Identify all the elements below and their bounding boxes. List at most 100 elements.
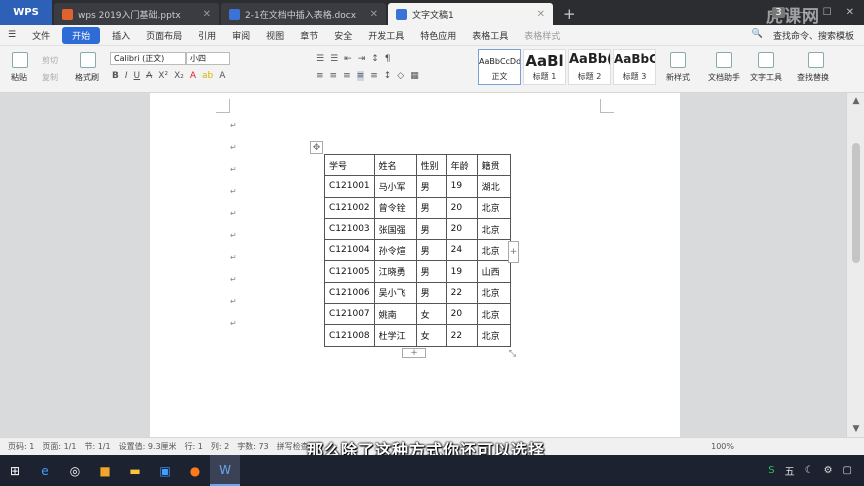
table-row[interactable]: C121005 江晓勇男 19 山西 xyxy=(324,260,511,283)
underline-icon[interactable]: U xyxy=(134,71,141,81)
add-column-button[interactable]: + xyxy=(508,241,519,263)
badge[interactable]: 3 xyxy=(772,7,785,18)
menu-chapter[interactable]: 章节 xyxy=(292,29,326,42)
table-cell[interactable]: C121007 xyxy=(324,303,375,326)
table-cell[interactable]: 吴小飞 xyxy=(373,281,417,305)
table-header-row[interactable]: 学号 姓名 性别 年龄 籍贯 xyxy=(324,153,511,177)
table-cell[interactable]: 北京 xyxy=(476,196,511,219)
menu-insert[interactable]: 插入 xyxy=(104,29,138,42)
menu-home[interactable]: 开始 xyxy=(62,26,101,44)
font-name-select[interactable]: Calibri (正文) xyxy=(110,52,186,65)
table-cell[interactable]: 年龄 xyxy=(445,153,478,177)
paste-button[interactable]: 粘贴 xyxy=(11,72,27,83)
menu-view[interactable]: 视图 xyxy=(258,29,292,42)
menu-references[interactable]: 引用 xyxy=(190,29,224,42)
edge-icon[interactable]: e xyxy=(30,455,60,486)
scroll-down-icon[interactable]: ▼ xyxy=(850,423,862,435)
align-right-icon[interactable]: ≡ xyxy=(343,71,351,81)
menu-developer[interactable]: 开发工具 xyxy=(360,29,412,42)
table-cell[interactable]: 20 xyxy=(445,217,478,241)
table-cell[interactable]: 22 xyxy=(445,281,478,305)
close-window-icon[interactable]: ✕ xyxy=(846,7,854,18)
maximize-icon[interactable]: ☐ xyxy=(823,7,832,18)
justify-icon[interactable]: ≡ xyxy=(356,71,365,81)
menu-icon[interactable]: ☰ xyxy=(0,30,24,40)
firefox-icon[interactable]: ● xyxy=(180,455,210,486)
font-size-select[interactable]: 小四 xyxy=(186,52,230,65)
decrease-indent-icon[interactable]: ⇤ xyxy=(344,54,352,64)
align-center-icon[interactable]: ≡ xyxy=(330,71,338,81)
vertical-scrollbar[interactable]: ▲ ▼ xyxy=(846,93,864,437)
format-painter-icon[interactable] xyxy=(80,52,96,68)
table-cell[interactable]: 姚南 xyxy=(373,303,417,326)
table-cell[interactable]: 20 xyxy=(445,196,478,219)
line-spacing-icon[interactable]: ↕ xyxy=(384,71,392,81)
wps-taskbar-icon[interactable]: W xyxy=(210,455,240,486)
table-cell[interactable]: 杜学江 xyxy=(373,324,417,347)
style-heading-1[interactable]: AaBl 标题 1 xyxy=(523,49,566,85)
ime-icon[interactable]: S xyxy=(768,465,774,476)
table-cell[interactable]: C121008 xyxy=(324,324,375,347)
style-normal[interactable]: AaBbCcDd 正文 xyxy=(478,49,521,85)
table-cell[interactable]: 女 xyxy=(415,303,447,326)
table-cell[interactable]: 24 xyxy=(445,239,478,262)
strikethrough-icon[interactable]: A xyxy=(146,71,152,81)
moon-icon[interactable]: ☾ xyxy=(805,465,814,476)
table-cell[interactable]: C121002 xyxy=(324,196,375,219)
close-icon[interactable]: ✕ xyxy=(203,9,211,20)
bold-icon[interactable]: B xyxy=(112,71,119,81)
table-cell[interactable]: C121003 xyxy=(324,217,375,241)
search-icon[interactable]: 🔍 xyxy=(752,29,763,42)
table-row[interactable]: C121007 姚南女 20 北京 xyxy=(324,303,511,326)
table-row[interactable]: C121001 马小军男 19 湖北 xyxy=(324,175,511,198)
style-heading-3[interactable]: AaBbC 标题 3 xyxy=(613,49,656,85)
table-cell[interactable]: 北京 xyxy=(476,281,511,305)
align-left-icon[interactable]: ≡ xyxy=(316,71,324,81)
close-icon[interactable]: ✕ xyxy=(370,9,378,20)
close-icon[interactable]: ✕ xyxy=(537,9,545,20)
char-shading-icon[interactable]: A xyxy=(219,71,225,81)
browser-icon[interactable]: ◎ xyxy=(60,455,90,486)
border-icon[interactable]: ▦ xyxy=(410,71,419,81)
bullet-list-icon[interactable]: ☰ xyxy=(316,54,324,64)
tab-pptx[interactable]: wps 2019入门基础.pptx ✕ xyxy=(54,3,219,25)
table-cell[interactable]: 男 xyxy=(415,281,447,305)
subscript-icon[interactable]: X₂ xyxy=(174,71,184,81)
table-cell[interactable]: 学号 xyxy=(324,153,375,177)
new-style-icon[interactable] xyxy=(670,52,686,68)
menu-table-style[interactable]: 表格样式 xyxy=(516,29,568,42)
media-icon[interactable]: ▣ xyxy=(150,455,180,486)
menu-security[interactable]: 安全 xyxy=(326,29,360,42)
table-cell[interactable]: 男 xyxy=(415,217,447,241)
table-cell[interactable]: 北京 xyxy=(476,303,511,326)
status-zoom[interactable]: 100% xyxy=(711,442,734,451)
table-resize-handle[interactable]: ⤡ xyxy=(507,348,518,359)
tab-document1[interactable]: 文字文稿1 ✕ xyxy=(388,3,553,25)
format-painter-button[interactable]: 格式刷 xyxy=(75,72,99,83)
show-marks-icon[interactable]: ¶ xyxy=(385,54,391,64)
table-row[interactable]: C121002 曾令铨男 20 北京 xyxy=(324,196,511,219)
table-row[interactable]: C121006 吴小飞男 22 北京 xyxy=(324,281,511,305)
status-spell[interactable]: 拼写检查 xyxy=(277,441,309,452)
table-cell[interactable]: 湖北 xyxy=(476,175,511,198)
table-cell[interactable]: 张国强 xyxy=(373,217,417,241)
superscript-icon[interactable]: X² xyxy=(158,71,168,81)
table-cell[interactable]: 19 xyxy=(445,260,478,283)
distribute-icon[interactable]: ≡ xyxy=(370,71,378,81)
scroll-thumb[interactable] xyxy=(852,143,860,263)
cut-button[interactable]: 剪切 xyxy=(42,55,58,66)
font-color-icon[interactable]: A xyxy=(190,71,196,81)
notification-icon[interactable]: ▢ xyxy=(843,465,852,476)
app-icon[interactable]: ■ xyxy=(90,455,120,486)
menu-features[interactable]: 特色应用 xyxy=(412,29,464,42)
menu-layout[interactable]: 页面布局 xyxy=(138,29,190,42)
table-cell[interactable]: 北京 xyxy=(476,217,511,241)
style-heading-2[interactable]: AaBb( 标题 2 xyxy=(568,49,611,85)
italic-icon[interactable]: I xyxy=(125,71,128,81)
table-cell[interactable]: 男 xyxy=(415,239,447,262)
table-cell[interactable]: 女 xyxy=(415,324,447,347)
table-cell[interactable]: 姓名 xyxy=(373,153,417,177)
doc-helper-button[interactable]: 文档助手 xyxy=(708,72,740,83)
tab-docx[interactable]: 2-1在文档中插入表格.docx ✕ xyxy=(221,3,386,25)
find-replace-icon[interactable] xyxy=(808,52,824,68)
